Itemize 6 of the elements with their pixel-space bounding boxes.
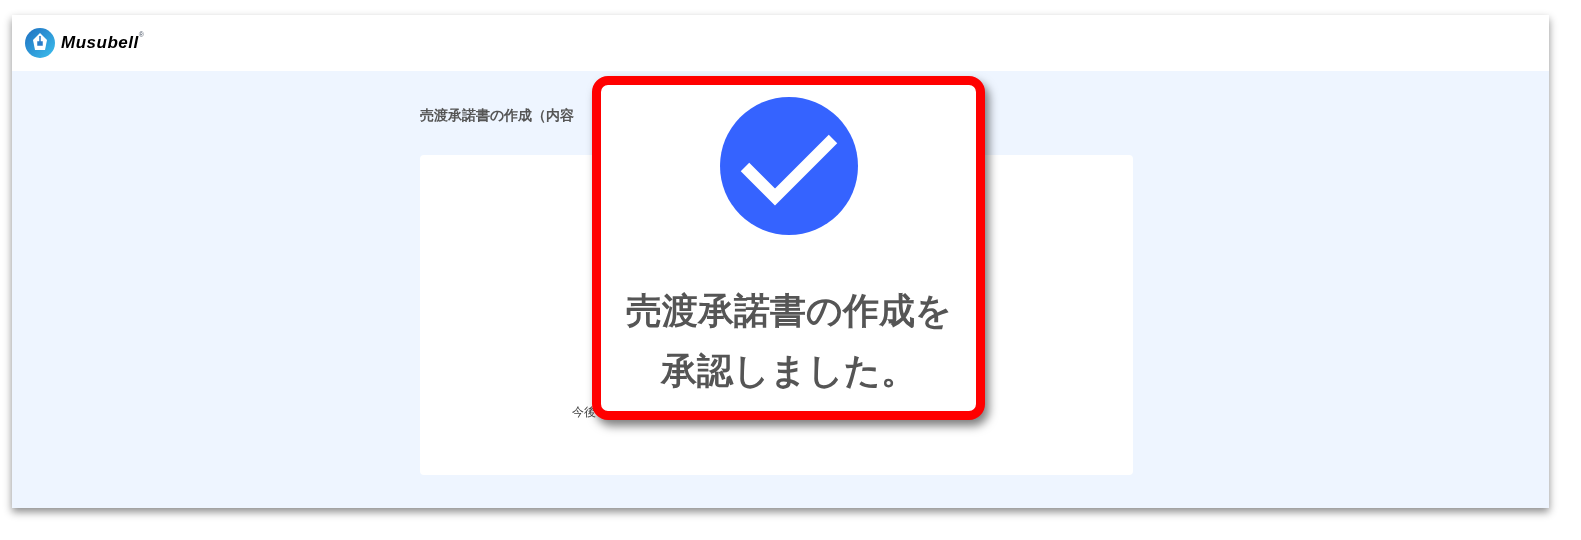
page-title: 売渡承諾書の作成（内容 — [420, 106, 575, 125]
brand-name: Musubell — [61, 33, 139, 55]
note-text: 今後 — [572, 404, 596, 421]
check-circle-icon — [719, 97, 858, 235]
confirmation-message: 売渡承諾書の作成を 承認しました。 — [625, 289, 952, 393]
pen-nib-logo-icon — [25, 28, 55, 58]
